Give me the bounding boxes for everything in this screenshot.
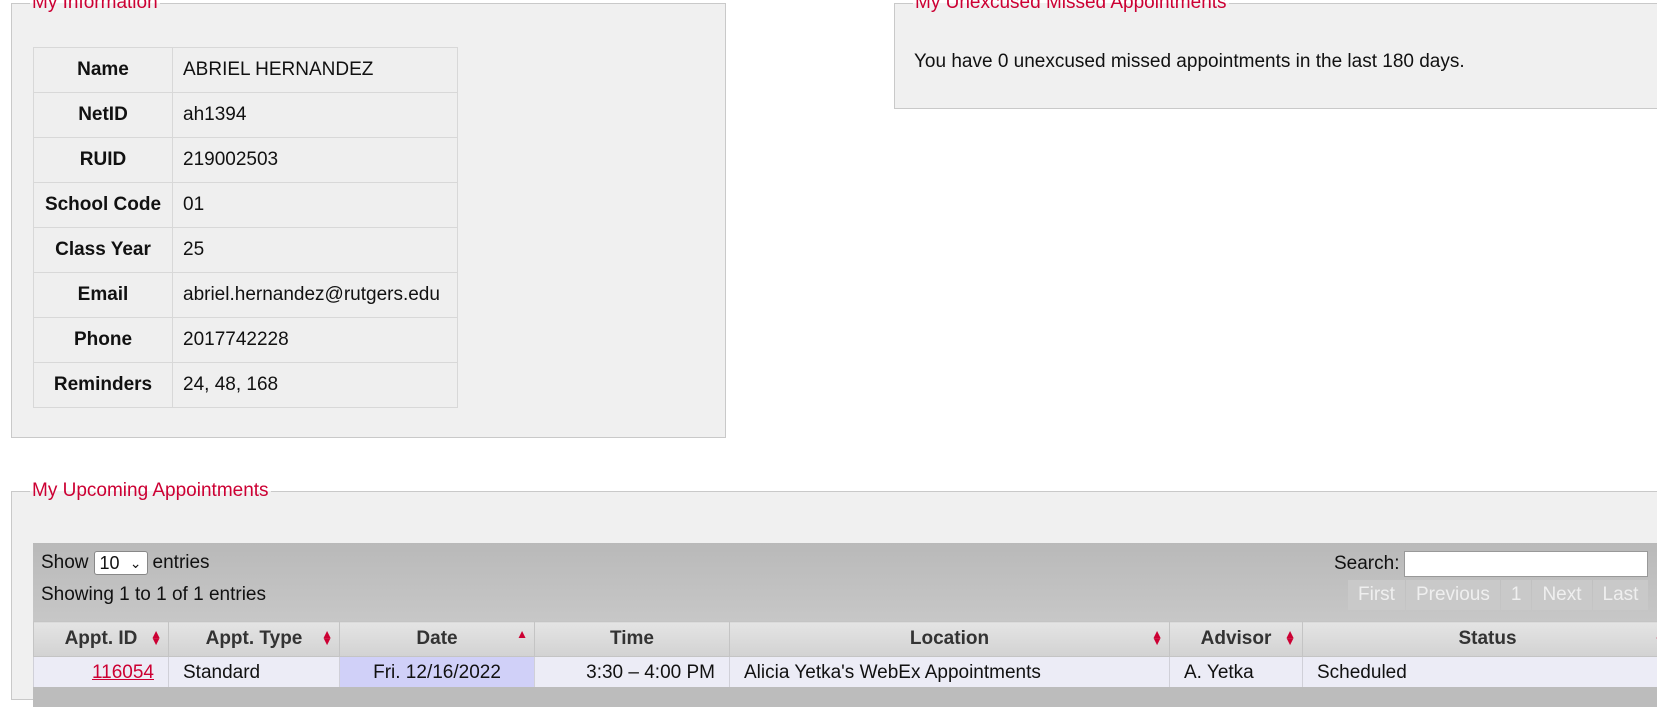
info-label: School Code <box>34 183 173 228</box>
column-header-location[interactable]: Location ▲▼ <box>730 622 1170 657</box>
pager-page-1-button[interactable]: 1 <box>1501 580 1532 610</box>
column-header-label: Date <box>416 628 457 649</box>
location-cell: Alicia Yetka's WebEx Appointments <box>730 657 1170 690</box>
info-row: RUID219002503 <box>34 138 458 183</box>
info-value: 25 <box>173 228 458 273</box>
table-toolbar: Show 10 ⌄ entries Showing 1 to 1 of 1 en… <box>33 543 1657 621</box>
column-header-label: Time <box>610 628 654 649</box>
appt-type-cell: Standard <box>169 657 340 690</box>
info-value: 219002503 <box>173 138 458 183</box>
column-header-label: Status <box>1458 628 1516 649</box>
pager-first-button[interactable]: First <box>1348 580 1405 610</box>
my-information-legend: My Information <box>30 0 160 14</box>
pager-next-button[interactable]: Next <box>1532 580 1591 610</box>
missed-appointments-legend: My Unexcused Missed Appointments <box>913 0 1229 14</box>
info-row: Class Year25 <box>34 228 458 273</box>
info-label: RUID <box>34 138 173 183</box>
table-row: 116054 Standard Fri. 12/16/2022 3:30 – 4… <box>34 657 1657 690</box>
time-cell: 3:30 – 4:00 PM <box>535 657 730 690</box>
pagination: First Previous 1 Next Last <box>1348 580 1648 610</box>
info-label: Reminders <box>34 363 173 408</box>
entries-length-control: Show 10 ⌄ entries <box>41 551 210 575</box>
info-row: Emailabriel.hernandez@rutgers.edu <box>34 273 458 318</box>
column-header-time[interactable]: Time <box>535 622 730 657</box>
entries-label: entries <box>153 552 210 574</box>
info-value: ah1394 <box>173 93 458 138</box>
info-label: Name <box>34 48 173 93</box>
entries-select[interactable]: 10 ⌄ <box>94 551 148 575</box>
appt-id-link[interactable]: 116054 <box>92 662 154 683</box>
info-value: 01 <box>173 183 458 228</box>
info-label: Email <box>34 273 173 318</box>
entries-select-value: 10 <box>100 553 120 574</box>
info-row: Phone2017742228 <box>34 318 458 363</box>
appt-id-cell: 116054 <box>34 657 169 690</box>
column-header-label: Appt. Type <box>206 628 303 649</box>
column-header-advisor[interactable]: Advisor ▲▼ <box>1170 622 1303 657</box>
search-control: Search: <box>1334 551 1648 577</box>
info-row: School Code01 <box>34 183 458 228</box>
info-value: 24, 48, 168 <box>173 363 458 408</box>
info-value: abriel.hernandez@rutgers.edu <box>173 273 458 318</box>
my-information-panel: My Information NameABRIEL HERNANDEZ NetI… <box>11 0 726 438</box>
info-table: NameABRIEL HERNANDEZ NetIDah1394 RUID219… <box>33 47 458 408</box>
sort-both-icon: ▲▼ <box>1151 631 1163 645</box>
sort-both-icon: ▲▼ <box>150 631 162 645</box>
info-label: NetID <box>34 93 173 138</box>
column-header-label: Advisor <box>1201 628 1272 649</box>
upcoming-appointments-panel: My Upcoming Appointments Show 10 ⌄ entri… <box>11 480 1657 700</box>
table-header-row: Appt. ID ▲▼ Appt. Type ▲▼ Date ▲ Time Locat… <box>34 622 1657 657</box>
info-value: 2017742228 <box>173 318 458 363</box>
table-footer-bar <box>33 687 1657 707</box>
upcoming-appointments-legend: My Upcoming Appointments <box>30 480 271 502</box>
info-label: Class Year <box>34 228 173 273</box>
column-header-status[interactable]: Status▲▼ <box>1303 622 1657 657</box>
pager-last-button[interactable]: Last <box>1593 580 1649 610</box>
missed-appointments-panel: My Unexcused Missed Appointments You hav… <box>894 0 1657 109</box>
appointments-table: Appt. ID ▲▼ Appt. Type ▲▼ Date ▲ Time Locat… <box>33 621 1657 690</box>
advisor-cell: A. Yetka <box>1170 657 1303 690</box>
status-cell: Scheduled <box>1303 657 1657 690</box>
show-label: Show <box>41 552 89 574</box>
info-value: ABRIEL HERNANDEZ <box>173 48 458 93</box>
sort-both-icon: ▲▼ <box>1284 631 1296 645</box>
info-row: NameABRIEL HERNANDEZ <box>34 48 458 93</box>
info-row: NetIDah1394 <box>34 93 458 138</box>
pager-previous-button[interactable]: Previous <box>1406 580 1500 610</box>
column-header-label: Appt. ID <box>65 628 138 649</box>
info-row: Reminders24, 48, 168 <box>34 363 458 408</box>
column-header-label: Location <box>910 628 989 649</box>
column-header-appt-type[interactable]: Appt. Type ▲▼ <box>169 622 340 657</box>
search-input[interactable] <box>1404 551 1648 577</box>
sort-ascending-icon: ▲ <box>516 631 528 638</box>
chevron-down-icon: ⌄ <box>130 555 142 572</box>
column-header-appt-id[interactable]: Appt. ID ▲▼ <box>34 622 169 657</box>
missed-appointments-text: You have 0 unexcused missed appointments… <box>914 51 1465 73</box>
showing-info: Showing 1 to 1 of 1 entries <box>41 584 266 606</box>
search-label: Search: <box>1334 553 1399 575</box>
info-label: Phone <box>34 318 173 363</box>
sort-both-icon: ▲▼ <box>321 631 333 645</box>
date-cell: Fri. 12/16/2022 <box>340 657 535 690</box>
column-header-date[interactable]: Date ▲ <box>340 622 535 657</box>
